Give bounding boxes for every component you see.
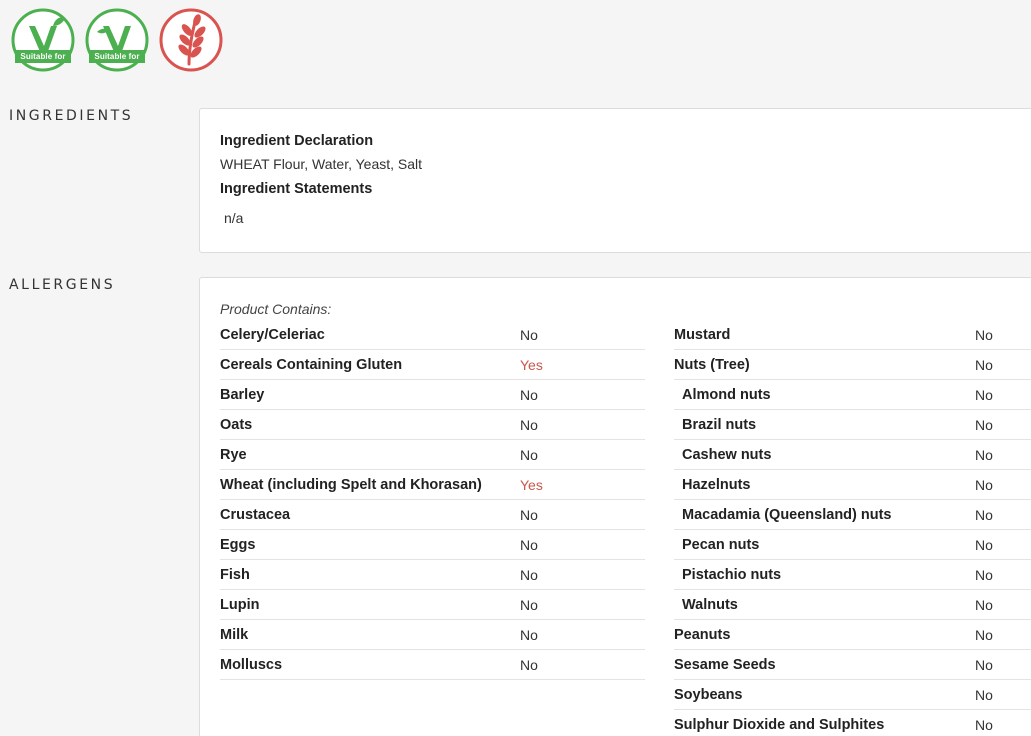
allergen-value: No [975,476,993,493]
allergen-list-right: Mustard No Nuts (Tree) No Almond nuts No Brazi… [674,320,1031,736]
allergen-row: Brazil nuts No [674,410,1031,440]
allergen-value: No [520,596,538,613]
ingredient-statements-text: n/a [224,210,244,226]
allergen-name: Cashew nuts [682,446,772,463]
ingredient-declaration-title: Ingredient Declaration [220,133,374,149]
allergen-row: Walnuts No [674,590,1031,620]
allergen-name: Cereals Containing Gluten [220,356,403,373]
allergen-name: Fish [220,566,250,583]
allergen-value: No [975,656,993,673]
allergen-value: No [520,386,538,403]
badge-caption: Suitable for [89,50,145,63]
allergen-row: Celery/Celeriac No [220,320,645,350]
gluten-wheat-icon [159,8,223,72]
allergen-name: Brazil nuts [682,416,757,433]
allergen-row: Hazelnuts No [674,470,1031,500]
allergen-row: Peanuts No [674,620,1031,650]
allergen-value: No [975,596,993,613]
allergen-name: Barley [220,386,265,403]
product-contains-label: Product Contains: [220,301,332,317]
allergen-value: Yes [520,356,543,373]
vegetarian-badge: Suitable for [11,8,75,72]
allergen-name: Soybeans [674,686,743,703]
allergen-name: Peanuts [674,626,731,643]
allergen-name: Sesame Seeds [674,656,776,673]
allergen-name: Crustacea [220,506,291,523]
allergen-row: Eggs No [220,530,645,560]
allergen-row: Pistachio nuts No [674,560,1031,590]
vegan-badge: Suitable for [85,8,149,72]
allergen-name: Almond nuts [682,386,771,403]
allergen-row: Mustard No [674,320,1031,350]
allergens-heading: ALLERGENS [9,277,116,293]
allergen-row: Milk No [220,620,645,650]
allergen-name: Milk [220,626,249,643]
ingredients-card: Ingredient Declaration WHEAT Flour, Wate… [199,108,1031,253]
allergen-row: Lupin No [220,590,645,620]
allergen-value: No [975,566,993,583]
ingredients-heading: INGREDIENTS [9,108,134,124]
allergen-name: Eggs [220,536,256,553]
allergen-row: Crustacea No [220,500,645,530]
allergen-value: No [520,506,538,523]
allergen-row: Cereals Containing Gluten Yes [220,350,645,380]
ingredient-statements-title: Ingredient Statements [220,181,373,197]
allergen-row: Pecan nuts No [674,530,1031,560]
allergen-name: Rye [220,446,247,463]
allergen-value: No [975,626,993,643]
allergen-name: Wheat (including Spelt and Khorasan) [220,476,482,493]
allergen-value: No [520,626,538,643]
allergen-name: Lupin [220,596,260,613]
allergen-row: Fish No [220,560,645,590]
allergen-name: Hazelnuts [682,476,751,493]
allergen-name: Walnuts [682,596,738,613]
allergen-value: No [975,446,993,463]
allergen-row: Sesame Seeds No [674,650,1031,680]
allergen-list-left: Celery/Celeriac No Cereals Containing Glut… [220,320,645,680]
allergen-row: Nuts (Tree) No [674,350,1031,380]
allergen-value: No [975,356,993,373]
allergen-row: Soybeans No [674,680,1031,710]
allergen-name: Celery/Celeriac [220,326,325,343]
allergen-row: Cashew nuts No [674,440,1031,470]
allergen-value: No [975,506,993,523]
allergen-name: Molluscs [220,656,283,673]
allergen-row: Almond nuts No [674,380,1031,410]
allergen-value: No [975,416,993,433]
gluten-badge [159,8,223,72]
allergen-value: No [975,686,993,703]
allergen-row: Molluscs No [220,650,645,680]
allergen-name: Nuts (Tree) [674,356,750,373]
allergen-value: No [975,536,993,553]
allergen-name: Pistachio nuts [682,566,782,583]
allergen-value: No [520,326,538,343]
allergen-value: No [520,446,538,463]
allergen-name: Sulphur Dioxide and Sulphites [674,717,885,733]
allergen-value: No [520,416,538,433]
ingredient-declaration-text: WHEAT Flour, Water, Yeast, Salt [220,156,423,172]
dietary-badges: Suitable for Suitable for [11,8,223,72]
allergen-value: Yes [520,476,543,493]
allergen-name: Pecan nuts [682,536,760,553]
allergen-name: Mustard [674,326,731,343]
allergen-value: No [520,656,538,673]
allergen-value: No [975,717,993,733]
allergen-value: No [520,536,538,553]
allergen-value: No [975,386,993,403]
allergen-row: Wheat (including Spelt and Khorasan) Yes [220,470,645,500]
allergen-row: Rye No [220,440,645,470]
allergen-row: Sulphur Dioxide and Sulphites No [674,710,1031,736]
allergen-row: Macadamia (Queensland) nuts No [674,500,1031,530]
allergen-value: No [975,326,993,343]
allergen-row: Barley No [220,380,645,410]
allergen-row: Oats No [220,410,645,440]
allergen-value: No [520,566,538,583]
allergen-name: Macadamia (Queensland) nuts [682,506,892,523]
allergens-card: Product Contains: Celery/Celeriac No Cerea… [199,277,1031,736]
badge-caption: Suitable for [15,50,71,63]
allergen-name: Oats [220,416,253,433]
